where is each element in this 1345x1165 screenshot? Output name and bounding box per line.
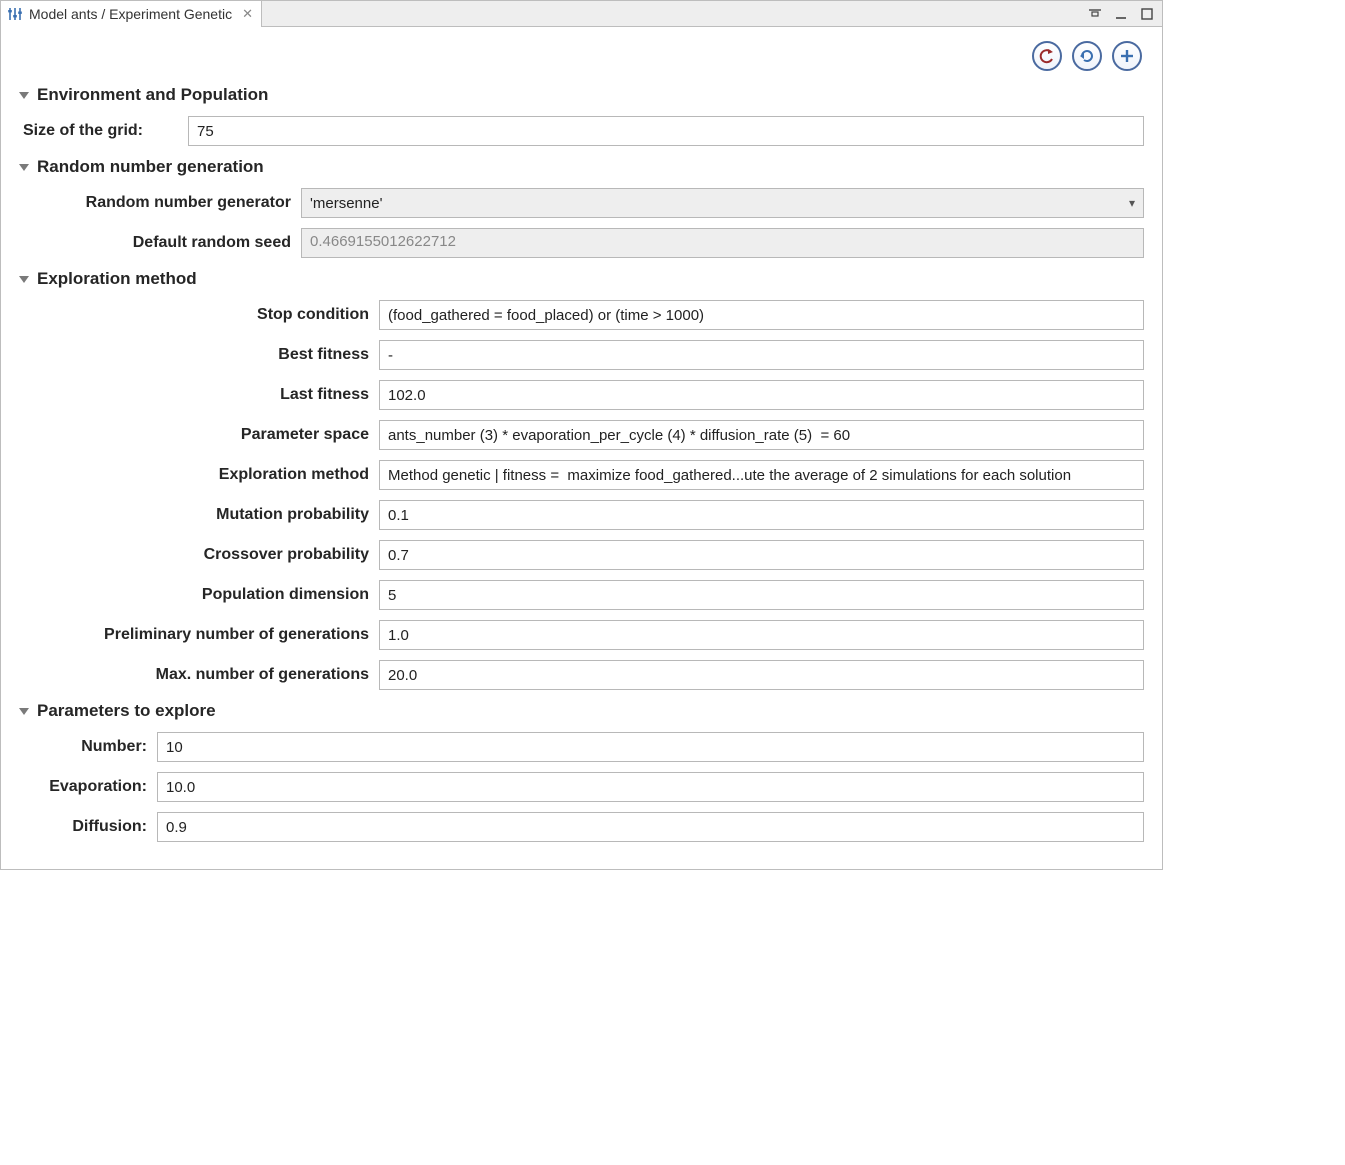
label-best-fitness: Best fitness: [19, 346, 369, 364]
tab-bar: Model ants / Experiment Genetic ✕: [1, 1, 1162, 27]
label-rng-generator: Random number generator: [23, 194, 291, 212]
section-exploration-header[interactable]: Exploration method: [19, 263, 1144, 295]
input-best-fitness[interactable]: [379, 340, 1144, 370]
input-exploration-method[interactable]: [379, 460, 1144, 490]
input-crossover-probability[interactable]: [379, 540, 1144, 570]
panel-content: Environment and Population Size of the g…: [1, 27, 1162, 869]
label-parameter-space: Parameter space: [19, 426, 369, 444]
input-max-generations[interactable]: [379, 660, 1144, 690]
label-param-diffusion: Diffusion:: [19, 818, 147, 836]
input-parameter-space[interactable]: [379, 420, 1144, 450]
row-mutation-probability: Mutation probability: [19, 495, 1144, 535]
select-rng-generator[interactable]: 'mersenne' ▾: [301, 188, 1144, 218]
experiment-panel: Model ants / Experiment Genetic ✕: [0, 0, 1163, 870]
label-grid-size: Size of the grid:: [23, 122, 178, 140]
label-exploration-method: Exploration method: [19, 466, 369, 484]
panel-toolbar: [19, 37, 1144, 79]
input-preliminary-generations[interactable]: [379, 620, 1144, 650]
label-population-dimension: Population dimension: [19, 586, 369, 604]
row-rng-seed: Default random seed 0.4669155012622712: [19, 223, 1144, 263]
label-last-fitness: Last fitness: [19, 386, 369, 404]
input-param-evaporation[interactable]: [157, 772, 1144, 802]
close-icon[interactable]: ✕: [242, 6, 251, 22]
input-last-fitness[interactable]: [379, 380, 1144, 410]
label-crossover-probability: Crossover probability: [19, 546, 369, 564]
row-param-diffusion: Diffusion:: [19, 807, 1144, 847]
sliders-icon: [7, 6, 23, 22]
section-title: Exploration method: [37, 269, 197, 289]
label-preliminary-generations: Preliminary number of generations: [19, 626, 369, 644]
add-button[interactable]: [1112, 41, 1142, 71]
label-param-number: Number:: [19, 738, 147, 756]
collapse-icon[interactable]: [1088, 7, 1102, 21]
chevron-down-icon: [19, 164, 29, 171]
label-param-evaporation: Evaporation:: [19, 778, 147, 796]
refresh-button[interactable]: [1072, 41, 1102, 71]
row-parameter-space: Parameter space: [19, 415, 1144, 455]
input-param-number[interactable]: [157, 732, 1144, 762]
row-crossover-probability: Crossover probability: [19, 535, 1144, 575]
chevron-down-icon: [19, 708, 29, 715]
undo-button[interactable]: [1032, 41, 1062, 71]
chevron-down-icon: ▾: [1129, 196, 1135, 210]
row-population-dimension: Population dimension: [19, 575, 1144, 615]
label-stop-condition: Stop condition: [19, 306, 369, 324]
section-rng-header[interactable]: Random number generation: [19, 151, 1144, 183]
row-preliminary-generations: Preliminary number of generations: [19, 615, 1144, 655]
tab-experiment-genetic[interactable]: Model ants / Experiment Genetic ✕: [1, 1, 262, 27]
row-param-evaporation: Evaporation:: [19, 767, 1144, 807]
input-param-diffusion[interactable]: [157, 812, 1144, 842]
row-grid-size: Size of the grid:: [19, 111, 1144, 151]
section-title: Environment and Population: [37, 85, 268, 105]
row-param-number: Number:: [19, 727, 1144, 767]
row-last-fitness: Last fitness: [19, 375, 1144, 415]
row-max-generations: Max. number of generations: [19, 655, 1144, 695]
label-rng-seed: Default random seed: [23, 234, 291, 252]
select-value: 'mersenne': [310, 195, 382, 212]
row-best-fitness: Best fitness: [19, 335, 1144, 375]
readonly-rng-seed: 0.4669155012622712: [301, 228, 1144, 258]
section-environment-header[interactable]: Environment and Population: [19, 79, 1144, 111]
input-grid-size[interactable]: [188, 116, 1144, 146]
section-title: Parameters to explore: [37, 701, 216, 721]
minimize-icon[interactable]: [1114, 7, 1128, 21]
row-stop-condition: Stop condition: [19, 295, 1144, 335]
section-title: Random number generation: [37, 157, 264, 177]
label-max-generations: Max. number of generations: [19, 666, 369, 684]
chevron-down-icon: [19, 92, 29, 99]
row-rng-generator: Random number generator 'mersenne' ▾: [19, 183, 1144, 223]
maximize-icon[interactable]: [1140, 7, 1154, 21]
chevron-down-icon: [19, 276, 29, 283]
row-exploration-method: Exploration method: [19, 455, 1144, 495]
tab-title: Model ants / Experiment Genetic: [29, 6, 232, 22]
input-population-dimension[interactable]: [379, 580, 1144, 610]
label-mutation-probability: Mutation probability: [19, 506, 369, 524]
section-parameters-header[interactable]: Parameters to explore: [19, 695, 1144, 727]
view-controls: [1088, 1, 1162, 26]
input-mutation-probability[interactable]: [379, 500, 1144, 530]
input-stop-condition[interactable]: [379, 300, 1144, 330]
